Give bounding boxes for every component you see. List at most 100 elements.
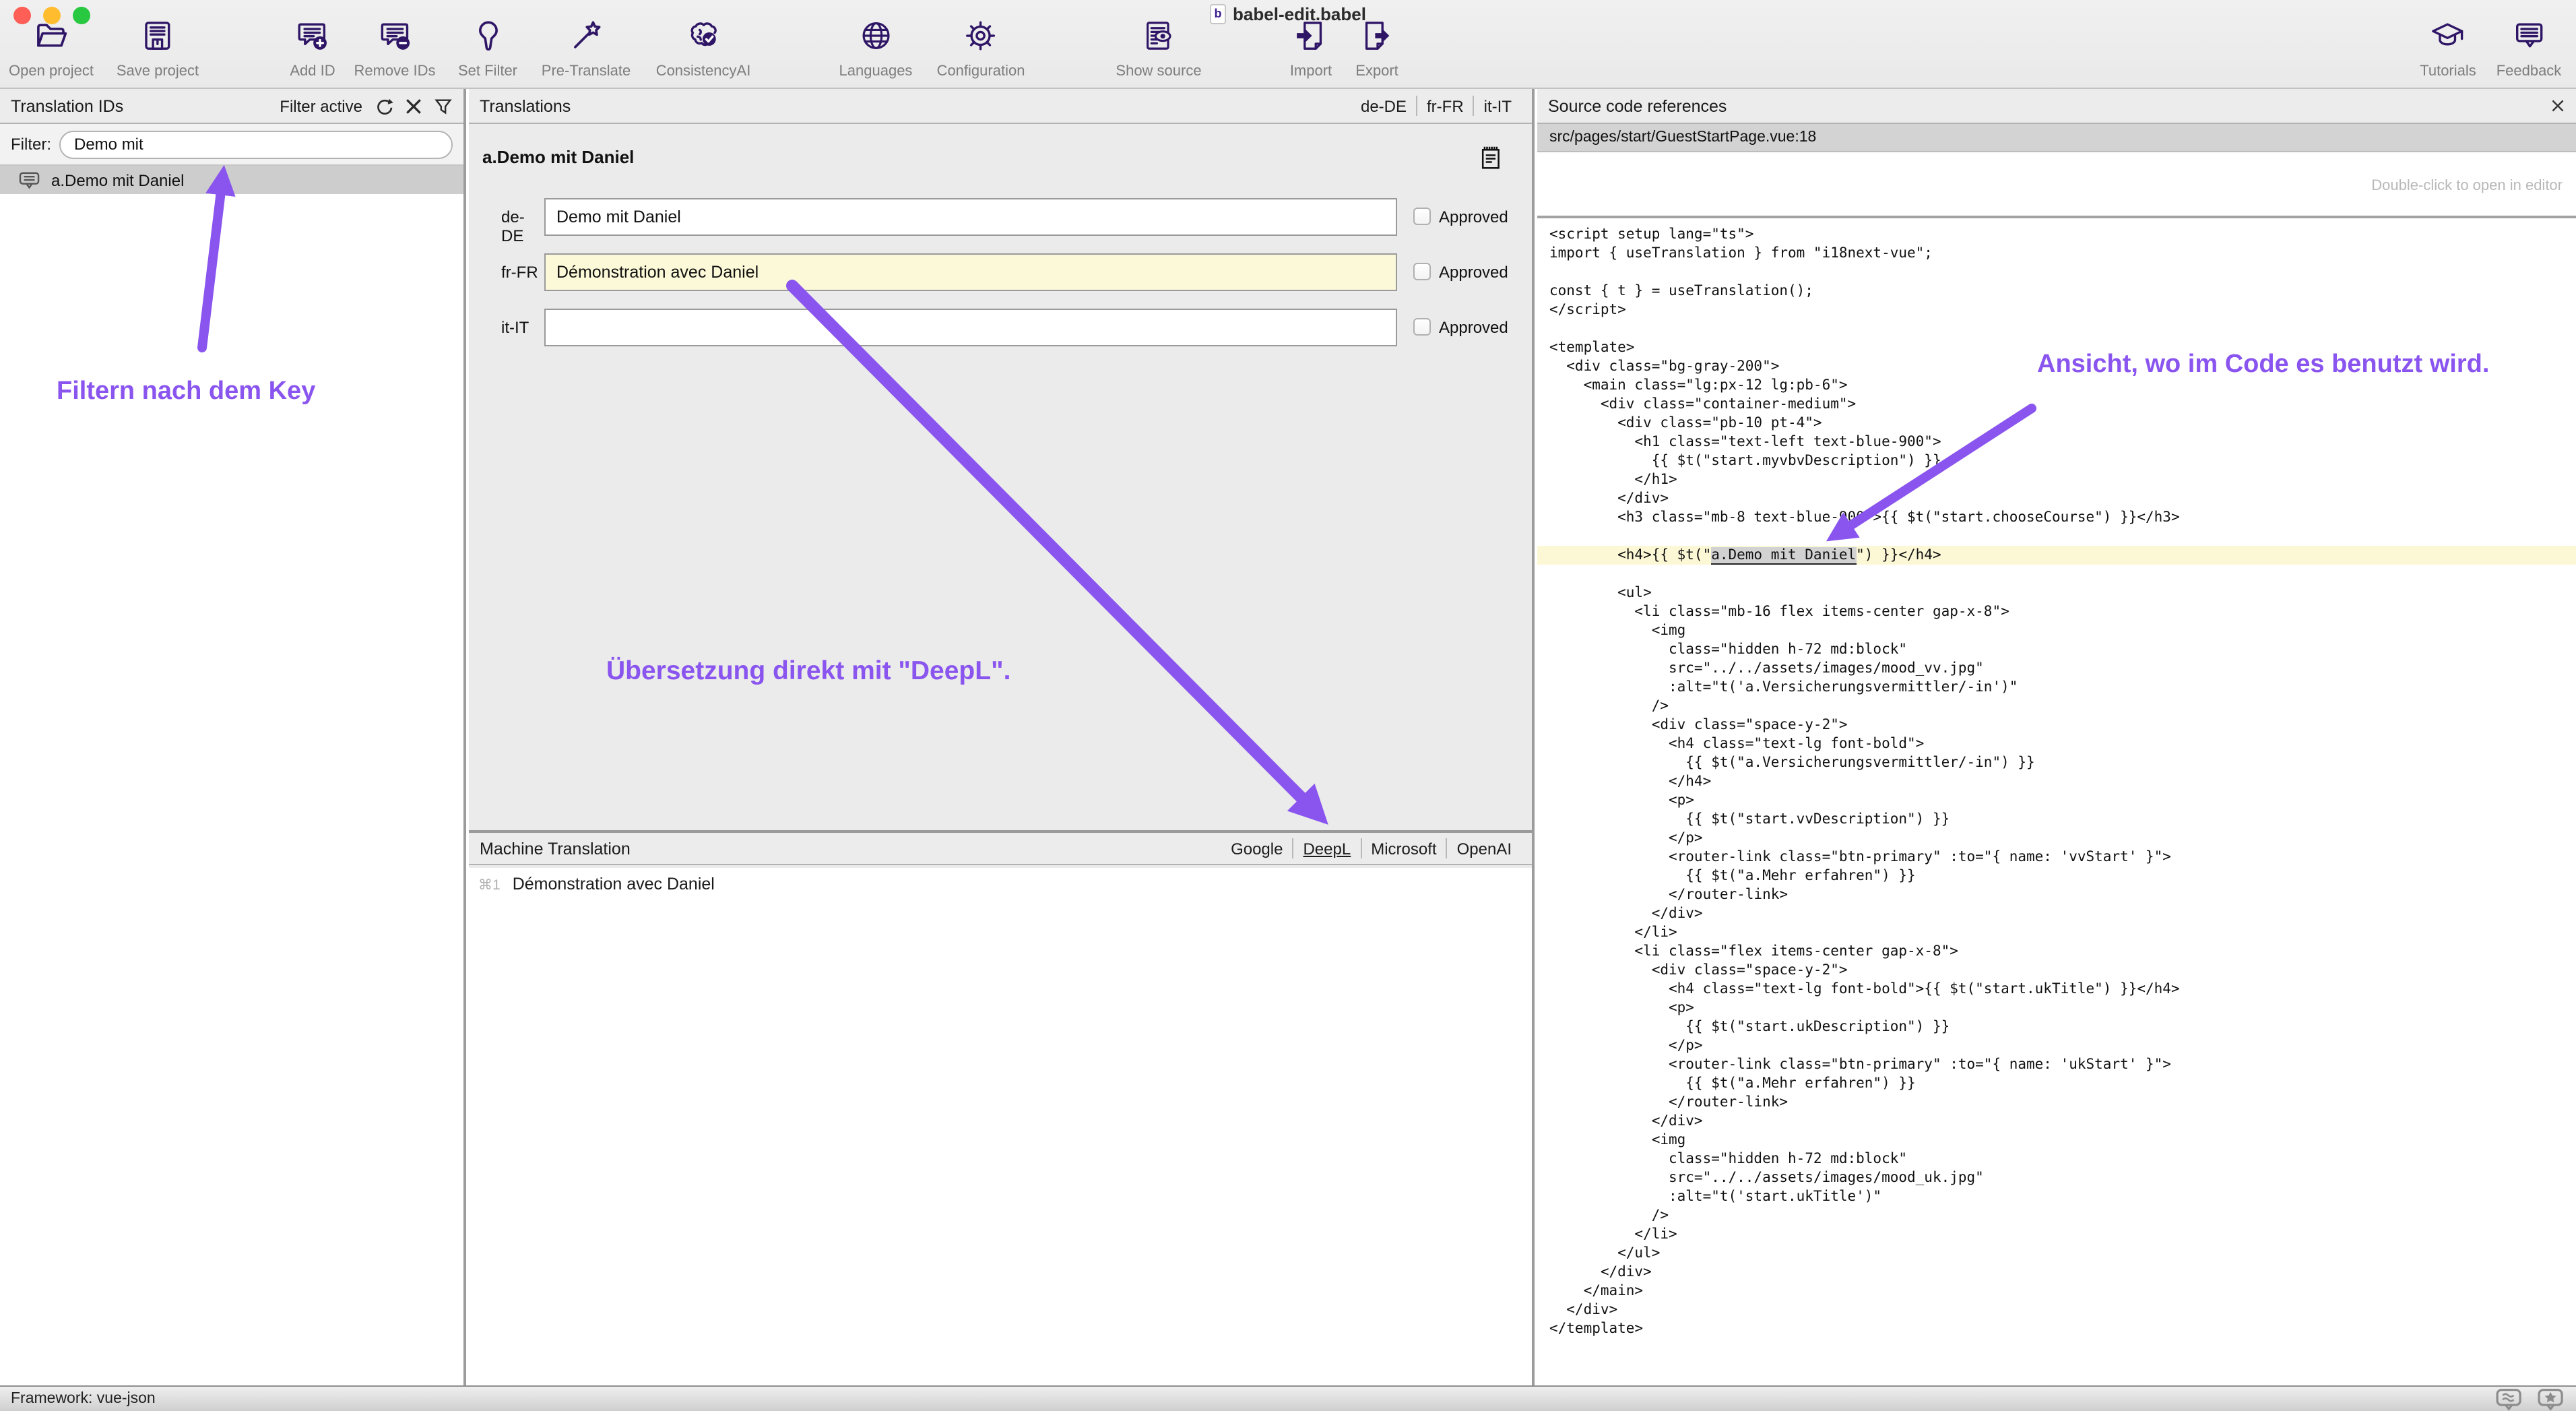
code-line: [1549, 527, 2576, 546]
code-line: <h1 class="text-left text-blue-900">: [1549, 433, 2576, 451]
code-line: :alt="t('a.Versicherungsvermittler/-in')…: [1549, 678, 2576, 697]
code-line: {{ $t("start.ukDescription") }}: [1549, 1017, 2576, 1036]
code-line: [1549, 263, 2576, 282]
filter-input[interactable]: [59, 130, 453, 158]
translation-ids-header: Translation IDs Filter active: [0, 89, 463, 124]
translation-id-label: a.Demo mit Daniel: [51, 170, 184, 189]
language-tab-it-it[interactable]: it-IT: [1475, 96, 1521, 115]
translation-input-it-it[interactable]: [544, 309, 1397, 346]
code-line: [1549, 319, 2576, 338]
annotation-source-note: Ansicht, wo im Code es benutzt wird.: [2037, 350, 2489, 380]
consistency-ai-icon: [685, 36, 721, 59]
provider-tab-openai[interactable]: OpenAI: [1448, 839, 1521, 858]
toolbar-label: Import: [1290, 63, 1332, 80]
approved-checkbox[interactable]: [1413, 263, 1431, 280]
code-line: src="../../assets/images/mood_vv.jpg": [1549, 659, 2576, 678]
tutorials-button[interactable]: Tutorials: [2420, 18, 2476, 80]
refresh-icon[interactable]: [375, 96, 393, 115]
approved-checkbox[interactable]: [1413, 208, 1431, 225]
toolbar-label: Remove IDs: [354, 63, 435, 80]
code-line: <router-link class="btn-primary" :to="{ …: [1549, 848, 2576, 867]
code-line: </div>: [1549, 1300, 2576, 1319]
code-line: class="hidden h-72 md:block": [1549, 1150, 2576, 1168]
translation-id-item[interactable]: a.Demo mit Daniel: [0, 166, 463, 194]
code-line: {{ $t("start.myvbvDescription") }}: [1549, 451, 2576, 470]
code-line: <div class="container-medium">: [1549, 395, 2576, 414]
language-label: fr-FR: [501, 263, 542, 282]
languages-button[interactable]: Languages: [839, 18, 913, 80]
save-project-button[interactable]: Save project: [117, 18, 199, 80]
code-line: <router-link class="btn-primary" :to="{ …: [1549, 1055, 2576, 1074]
code-line: {{ $t("start.vvDescription") }}: [1549, 810, 2576, 829]
mt-result-row[interactable]: ⌘1 Démonstration avec Daniel: [478, 875, 715, 893]
code-line: class="hidden h-72 md:block": [1549, 640, 2576, 659]
code-line: {{ $t("a.Mehr erfahren") }}: [1549, 1074, 2576, 1093]
show-source-button[interactable]: Show source: [1116, 18, 1201, 80]
provider-tab-microsoft[interactable]: Microsoft: [1361, 839, 1446, 858]
code-line: <script setup lang="ts">: [1549, 225, 2576, 244]
export-button[interactable]: Export: [1355, 18, 1398, 80]
machine-translation-body: ⌘1 Démonstration avec Daniel: [469, 868, 1532, 1385]
toolbar-label: Show source: [1116, 63, 1201, 80]
code-line: </p>: [1549, 829, 2576, 848]
code-line: </main>: [1549, 1282, 2576, 1300]
toolbar-label: Languages: [839, 63, 913, 80]
language-tab-fr-fr[interactable]: fr-FR: [1417, 96, 1473, 115]
remove-ids-button[interactable]: Remove IDs: [354, 18, 435, 80]
filter-funnel-icon[interactable]: [434, 96, 453, 115]
code-line: <p>: [1549, 791, 2576, 810]
approved-label: Approved: [1439, 318, 1508, 337]
toolbar-label: Export: [1355, 63, 1398, 80]
translation-row-de-de: de-DE Approved: [469, 198, 1532, 236]
code-line: </ul>: [1549, 1244, 2576, 1263]
provider-tab-google[interactable]: Google: [1221, 839, 1292, 858]
import-button[interactable]: Import: [1290, 18, 1332, 80]
code-line: <div class="pb-10 pt-4">: [1549, 414, 2576, 433]
consistency-ai-button[interactable]: ConsistencyAI: [656, 18, 751, 80]
annotation-deepl-note: Übersetzung direkt mit "DeepL".: [606, 656, 1010, 687]
pre-translate-button[interactable]: Pre-Translate: [542, 18, 631, 80]
code-line: <h4 class="text-lg font-bold">{{ $t("sta…: [1549, 980, 2576, 999]
file-reference-row[interactable]: src/pages/start/GuestStartPage.vue:18: [1537, 124, 2576, 152]
open-in-editor-hint: Double-click to open in editor: [2371, 178, 2563, 194]
language-label: it-IT: [501, 318, 542, 337]
open-project-button[interactable]: Open project: [9, 18, 94, 80]
languages-icon: [858, 36, 894, 59]
translation-ids-panel: Translation IDs Filter active Filter: a.…: [0, 89, 466, 1385]
code-line: </h4>: [1549, 772, 2576, 791]
comment-icon: [19, 170, 40, 189]
document-icon: b: [1210, 4, 1226, 24]
clear-filter-icon[interactable]: [404, 96, 423, 115]
set-filter-icon: [470, 36, 506, 59]
tutorials-icon: [2430, 36, 2466, 59]
set-filter-button[interactable]: Set Filter: [458, 18, 517, 80]
language-tab-de-de[interactable]: de-DE: [1351, 96, 1416, 115]
language-label: de-DE: [501, 208, 542, 245]
translation-status-icon[interactable]: [2495, 1387, 2523, 1410]
mt-result-text: Démonstration avec Daniel: [513, 875, 715, 893]
toolbar-label: Save project: [117, 63, 199, 80]
configuration-button[interactable]: Configuration: [937, 18, 1025, 80]
window-title: b babel-edit.babel: [1210, 4, 1366, 24]
approved-checkbox[interactable]: [1413, 318, 1431, 336]
code-line: </div>: [1549, 1263, 2576, 1282]
close-panel-icon[interactable]: [2550, 98, 2565, 113]
code-line: <p>: [1549, 999, 2576, 1017]
toolbar-label: Add ID: [290, 63, 335, 80]
add-id-button[interactable]: Add ID: [290, 18, 335, 80]
toolbar-label: Open project: [9, 63, 94, 80]
rate-app-icon[interactable]: [2537, 1387, 2565, 1410]
code-line: :alt="t('start.ukTitle')": [1549, 1187, 2576, 1206]
panel-title: Machine Translation: [480, 839, 631, 858]
provider-tab-deepl[interactable]: DeepL: [1293, 839, 1360, 858]
translation-input-fr-fr[interactable]: [544, 253, 1397, 291]
approved-label: Approved: [1439, 263, 1508, 282]
open-project-icon: [33, 36, 69, 59]
code-line: </router-link>: [1549, 1093, 2576, 1112]
notes-icon[interactable]: [1478, 144, 1502, 171]
code-line: <h4>{{ $t("a.Demo mit Daniel") }}</h4>: [1537, 546, 2576, 565]
feedback-button[interactable]: Feedback: [2497, 18, 2562, 80]
import-icon: [1293, 36, 1329, 59]
show-source-icon: [1140, 36, 1177, 59]
translation-input-de-de[interactable]: [544, 198, 1397, 236]
